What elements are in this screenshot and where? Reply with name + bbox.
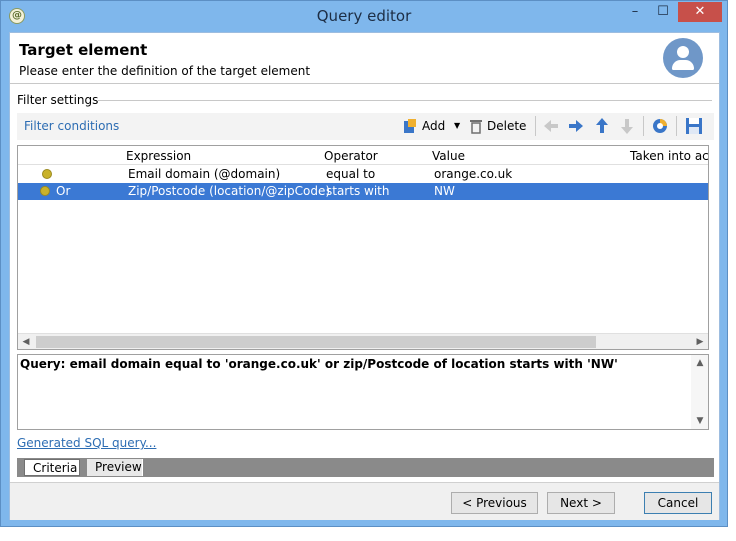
condition-icon: [42, 169, 52, 179]
filter-settings-label: Filter settings: [17, 93, 99, 107]
add-icon: [404, 119, 416, 133]
toolbar-separator: [643, 116, 644, 136]
generated-sql-query-link[interactable]: Generated SQL query...: [17, 436, 156, 450]
row-value: orange.co.uk: [434, 167, 513, 181]
cancel-button[interactable]: Cancel: [644, 492, 712, 514]
maximize-button[interactable]: ☐: [650, 1, 676, 23]
close-button[interactable]: ✕: [678, 2, 722, 22]
row-expression: Email domain (@domain): [128, 167, 281, 181]
dialog-client-area: Target element Please enter the definiti…: [9, 32, 720, 520]
minimize-button[interactable]: –: [622, 1, 648, 23]
table-row[interactable]: Email domain (@domain) equal to orange.c…: [18, 166, 708, 183]
column-header-operator[interactable]: Operator: [324, 149, 378, 163]
add-button[interactable]: Add ▼: [402, 115, 464, 137]
column-header-expression[interactable]: Expression: [126, 149, 191, 163]
move-up-icon[interactable]: [592, 115, 612, 137]
move-left-icon[interactable]: [541, 115, 561, 137]
delete-button[interactable]: Delete: [469, 115, 529, 137]
row-value: NW: [434, 184, 455, 198]
add-label: Add: [422, 119, 446, 133]
condition-icon: [40, 186, 50, 196]
toolbar-separator: [676, 116, 677, 136]
scroll-left-icon[interactable]: ◀: [18, 334, 34, 349]
delete-label: Delete: [487, 119, 527, 133]
horizontal-scrollbar[interactable]: ◀ ▶: [18, 333, 708, 349]
conditions-grid[interactable]: Expression Operator Value Taken into acc…: [17, 145, 709, 350]
move-down-icon[interactable]: [617, 115, 637, 137]
window-title: Query editor: [316, 7, 412, 25]
scroll-right-icon[interactable]: ▶: [692, 334, 708, 349]
row-operator: equal to: [326, 167, 376, 181]
header-title: Target element: [19, 41, 148, 59]
scroll-down-icon[interactable]: ▼: [692, 413, 708, 429]
row-expression: Zip/Postcode (location/@zipCode): [128, 184, 331, 198]
distribution-icon[interactable]: [649, 115, 671, 137]
add-dropdown-icon[interactable]: ▼: [454, 115, 460, 137]
column-header-value[interactable]: Value: [432, 149, 465, 163]
row-prefix: Or: [56, 184, 71, 198]
filter-toolbar: Filter conditions Add ▼ Delete: [17, 113, 714, 140]
wizard-header: Target element Please enter the definiti…: [10, 33, 719, 84]
tab-criteria[interactable]: Criteria: [24, 459, 80, 476]
header-subtitle: Please enter the definition of the targe…: [19, 64, 311, 78]
scrollbar-thumb[interactable]: [36, 336, 596, 348]
vertical-scrollbar[interactable]: ▲ ▼: [691, 355, 708, 429]
query-text-box[interactable]: Query: email domain equal to 'orange.co.…: [17, 354, 709, 430]
column-header-taken-into-account[interactable]: Taken into acco: [630, 149, 708, 163]
title-bar: @ Query editor – ☐ ✕: [1, 1, 727, 32]
tab-bar: Criteria Preview: [17, 458, 714, 477]
query-text: Query: email domain equal to 'orange.co.…: [20, 357, 618, 371]
query-editor-window: @ Query editor – ☐ ✕ Target element Plea…: [0, 0, 728, 527]
scroll-up-icon[interactable]: ▲: [692, 355, 708, 371]
filter-conditions-label: Filter conditions: [24, 119, 120, 133]
grid-header: Expression Operator Value Taken into acc…: [18, 146, 708, 165]
next-button[interactable]: Next >: [547, 492, 615, 514]
previous-button[interactable]: < Previous: [451, 492, 538, 514]
table-row[interactable]: Or Zip/Postcode (location/@zipCode) star…: [18, 183, 708, 200]
row-operator: starts with: [326, 184, 390, 198]
save-icon[interactable]: [683, 115, 705, 137]
tab-preview[interactable]: Preview: [87, 459, 143, 476]
move-right-icon[interactable]: [566, 115, 586, 137]
trash-icon: [470, 120, 482, 134]
filter-settings-divider: [98, 100, 712, 101]
wizard-footer: < Previous Next > Cancel: [10, 482, 719, 520]
toolbar-separator: [535, 116, 536, 136]
user-avatar-icon: [663, 38, 703, 78]
